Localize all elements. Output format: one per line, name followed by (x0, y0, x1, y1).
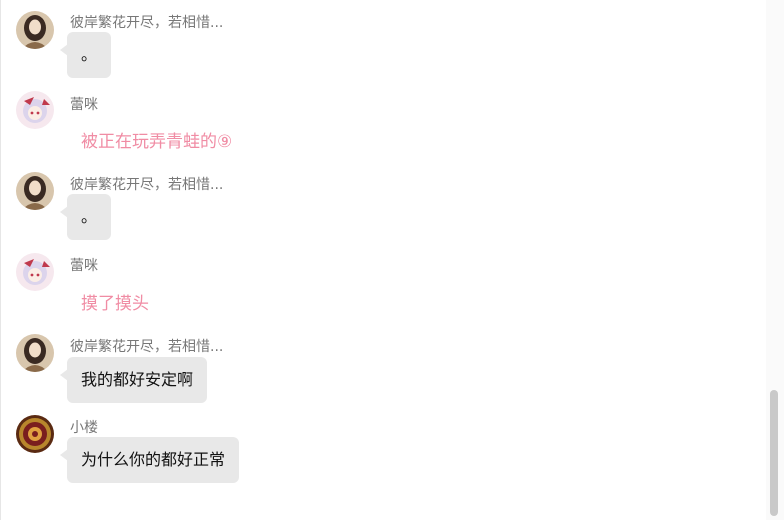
left-divider (0, 0, 1, 520)
message-bubble: 为什么你的都好正常 (59, 437, 240, 483)
sender-name: 蕾咪 (70, 258, 98, 274)
gold-badge-avatar-icon (16, 415, 54, 453)
sender-name: 彼岸繁花开尽，若相惜... (70, 15, 224, 31)
message-bubble: 。 (59, 194, 112, 240)
user-avatar[interactable] (16, 334, 54, 372)
anime-avatar-icon (16, 91, 54, 129)
user-avatar[interactable] (16, 172, 54, 210)
sender-name: 蕾咪 (70, 97, 98, 113)
user-avatar[interactable] (16, 253, 54, 291)
scrollbar-thumb[interactable] (770, 390, 778, 516)
girl-avatar-icon (16, 172, 54, 210)
user-avatar[interactable] (16, 11, 54, 49)
sender-name: 彼岸繁花开尽，若相惜... (70, 177, 224, 193)
sender-name: 小楼 (70, 420, 98, 436)
message-bubble: 。 (59, 32, 112, 78)
anime-avatar-icon (16, 253, 54, 291)
girl-avatar-icon (16, 11, 54, 49)
sender-name: 彼岸繁花开尽，若相惜... (70, 339, 224, 355)
chat-message-list: 彼岸繁花开尽，若相惜... 。 蕾咪 被正在玩弄青蛙的⑨ 彼岸繁花开尽，若相惜.… (0, 0, 766, 520)
user-avatar[interactable] (16, 415, 54, 453)
message-bubble: 我的都好安定啊 (59, 357, 208, 403)
message-text: 被正在玩弄青蛙的⑨ (81, 132, 233, 152)
girl-avatar-icon (16, 334, 54, 372)
message-text: 摸了摸头 (81, 294, 149, 314)
user-avatar[interactable] (16, 91, 54, 129)
